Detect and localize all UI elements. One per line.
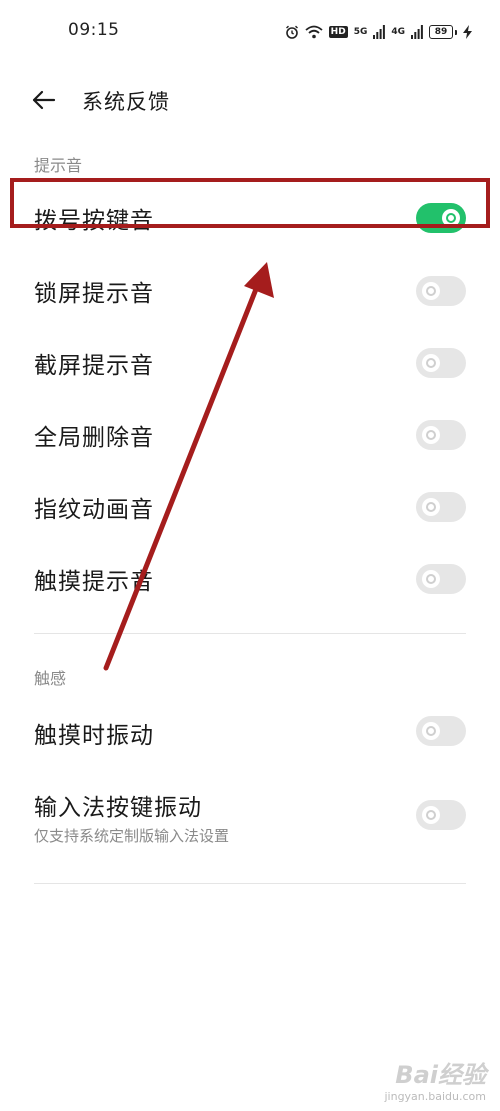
toggle-switch[interactable] bbox=[416, 564, 466, 594]
toggle-switch[interactable] bbox=[416, 276, 466, 306]
toggle-switch[interactable] bbox=[416, 800, 466, 830]
setting-row-touch-sound[interactable]: 触摸提示音 bbox=[0, 546, 500, 614]
network-2-label: 4G bbox=[391, 26, 405, 37]
network-1-label: 5G bbox=[353, 26, 368, 37]
watermark-url: jingyan.baidu.com bbox=[384, 1090, 486, 1103]
setting-row-lock-screen-sound[interactable]: 锁屏提示音 bbox=[0, 258, 500, 326]
setting-label: 指纹动画音 bbox=[34, 497, 154, 523]
battery-indicator: 89 bbox=[429, 25, 457, 39]
toggle-switch[interactable] bbox=[416, 716, 466, 746]
watermark-logo: Bai经验 bbox=[395, 1061, 486, 1089]
toggle-knob bbox=[422, 570, 440, 588]
setting-label: 全局删除音 bbox=[34, 425, 154, 451]
toggle-knob bbox=[422, 282, 440, 300]
toggle-knob bbox=[422, 806, 440, 824]
status-icons: HD 5G 4G 89 bbox=[285, 22, 472, 42]
watermark: Bai经验 jingyan.baidu.com bbox=[384, 1055, 486, 1103]
toggle-knob bbox=[422, 426, 440, 444]
setting-label: 锁屏提示音 bbox=[34, 281, 154, 307]
section-divider bbox=[34, 633, 466, 634]
signal-2-icon bbox=[411, 25, 423, 39]
signal-1-icon bbox=[373, 25, 386, 39]
page-title: 系统反馈 bbox=[82, 90, 170, 114]
setting-label: 触摸提示音 bbox=[34, 569, 154, 595]
toggle-switch[interactable] bbox=[416, 492, 466, 522]
toggle-switch[interactable] bbox=[416, 348, 466, 378]
back-arrow-icon[interactable] bbox=[30, 86, 58, 114]
setting-row-global-delete-sound[interactable]: 全局删除音 bbox=[0, 402, 500, 470]
section-divider bbox=[34, 883, 466, 884]
setting-sublabel: 仅支持系统定制版输入法设置 bbox=[34, 827, 230, 845]
setting-label: 触摸时振动 bbox=[34, 723, 154, 749]
status-bar: 09:15 HD 5G 4G 89 bbox=[0, 0, 500, 62]
setting-label: 输入法按键振动 bbox=[34, 795, 202, 821]
hd-badge: HD bbox=[328, 26, 348, 38]
setting-row-keyboard-vibration[interactable]: 输入法按键振动 仅支持系统定制版输入法设置 bbox=[0, 780, 500, 860]
page-header: 系统反馈 bbox=[0, 78, 500, 122]
wifi-icon bbox=[305, 25, 323, 39]
setting-row-screenshot-sound[interactable]: 截屏提示音 bbox=[0, 330, 500, 398]
section-label-sounds: 提示音 bbox=[34, 156, 83, 175]
toggle-knob bbox=[422, 722, 440, 740]
battery-level: 89 bbox=[429, 25, 453, 39]
setting-row-fingerprint-animation-sound[interactable]: 指纹动画音 bbox=[0, 474, 500, 542]
toggle-knob bbox=[422, 354, 440, 372]
section-label-haptics: 触感 bbox=[34, 669, 67, 688]
toggle-knob bbox=[422, 498, 440, 516]
battery-tip bbox=[455, 29, 457, 35]
setting-row-touch-vibration[interactable]: 触摸时振动 bbox=[0, 698, 500, 766]
annotation-highlight-box bbox=[10, 178, 490, 228]
setting-label: 截屏提示音 bbox=[34, 353, 154, 379]
status-time: 09:15 bbox=[68, 20, 120, 40]
alarm-icon bbox=[285, 25, 298, 39]
charging-icon bbox=[463, 25, 472, 39]
toggle-switch[interactable] bbox=[416, 420, 466, 450]
